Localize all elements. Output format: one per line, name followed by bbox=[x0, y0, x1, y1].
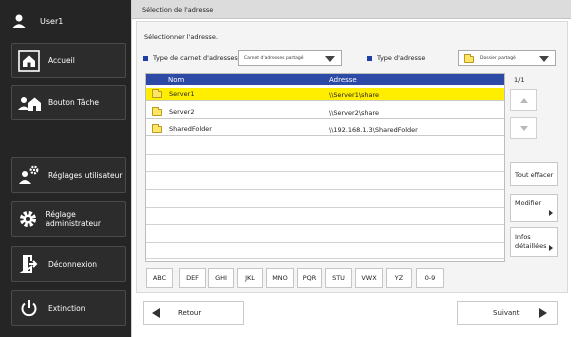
sidebar-item-label: Extinction bbox=[48, 303, 86, 313]
bullet-square-icon bbox=[367, 55, 372, 61]
arrow-right-icon bbox=[549, 245, 553, 251]
address-type-select[interactable]: Dossier partagé bbox=[458, 50, 556, 66]
sidebar-item-admin-settings[interactable]: Réglage administrateur bbox=[11, 201, 126, 237]
arrow-right-icon bbox=[539, 308, 548, 318]
folder-icon bbox=[152, 88, 162, 98]
row-name: Server2 bbox=[169, 108, 195, 116]
index-key-def[interactable]: DEF bbox=[179, 268, 206, 288]
sidebar-item-home[interactable]: Accueil bbox=[11, 43, 126, 78]
user-icon bbox=[10, 12, 28, 30]
user-settings-gear-icon bbox=[16, 162, 42, 188]
bullet-square-icon bbox=[143, 55, 148, 61]
index-key-vwx[interactable]: VWX bbox=[355, 268, 383, 288]
folder-icon bbox=[152, 106, 162, 116]
index-key-yz[interactable]: YZ bbox=[386, 268, 412, 288]
index-key-abc[interactable]: ABC bbox=[146, 268, 173, 288]
sidebar-item-task-button[interactable]: Bouton Tâche bbox=[11, 85, 126, 120]
next-button[interactable]: Suivant bbox=[457, 301, 558, 325]
table-row-divider bbox=[146, 258, 504, 259]
index-key-0-9[interactable]: 0-9 bbox=[416, 268, 444, 288]
table-row-divider bbox=[146, 154, 504, 155]
address-type-label: Type d'adresse bbox=[367, 54, 425, 62]
back-button[interactable]: Retour bbox=[143, 301, 244, 325]
column-header-name: Nom bbox=[168, 76, 185, 84]
admin-gear-icon bbox=[16, 206, 39, 232]
sidebar-item-label: Déconnexion bbox=[48, 259, 97, 269]
sidebar-item-logout[interactable]: Déconnexion bbox=[11, 246, 126, 282]
sidebar-item-label: Réglage administrateur bbox=[45, 210, 101, 228]
triangle-down-icon bbox=[519, 125, 528, 131]
sidebar: User1 Accueil Bouton Tâche Réglages util… bbox=[0, 0, 131, 337]
task-button-icon bbox=[16, 90, 42, 116]
address-table: Nom Adresse Server1 \\Server1\share Serv… bbox=[145, 73, 505, 262]
index-key-ghi[interactable]: GHI bbox=[208, 268, 234, 288]
chevron-down-icon bbox=[325, 56, 335, 62]
table-row[interactable]: Server2 \\Server2\share bbox=[146, 106, 504, 119]
sidebar-item-label: Bouton Tâche bbox=[48, 98, 99, 107]
table-header: Nom Adresse bbox=[146, 74, 504, 85]
table-row[interactable]: Server1 \\Server1\share bbox=[146, 88, 504, 101]
address-book-type-label: Type de carnet d'adresses bbox=[143, 54, 238, 62]
index-key-mno[interactable]: MNO bbox=[266, 268, 294, 288]
sidebar-item-user-settings[interactable]: Réglages utilisateur bbox=[11, 157, 126, 193]
page-indicator: 1/1 bbox=[514, 76, 525, 84]
index-key-pqr[interactable]: PQR bbox=[297, 268, 322, 288]
index-key-jkl[interactable]: JKL bbox=[237, 268, 263, 288]
row-address: \\192.168.1.3\SharedFolder bbox=[329, 126, 418, 134]
details-button[interactable]: Infos détaillées bbox=[510, 227, 558, 257]
table-row-divider bbox=[146, 207, 504, 208]
row-name: Server1 bbox=[169, 90, 195, 98]
folder-icon bbox=[152, 123, 162, 133]
power-icon bbox=[16, 295, 42, 321]
table-row-divider bbox=[146, 189, 504, 190]
scroll-up-button[interactable] bbox=[510, 89, 537, 111]
user-indicator: User1 bbox=[10, 9, 126, 33]
row-name: SharedFolder bbox=[169, 125, 212, 133]
triangle-up-icon bbox=[519, 97, 528, 103]
table-row-divider bbox=[146, 224, 504, 225]
instruction-text: Sélectionner l'adresse. bbox=[144, 33, 218, 41]
chevron-down-icon bbox=[539, 56, 549, 62]
table-row[interactable]: SharedFolder \\192.168.1.3\SharedFolder bbox=[146, 123, 504, 136]
clear-all-button[interactable]: Tout effacer bbox=[510, 162, 558, 186]
address-book-type-select[interactable]: Carnet d'adresses partagé bbox=[238, 50, 342, 66]
arrow-right-icon bbox=[549, 210, 553, 216]
sidebar-item-label: Réglages utilisateur bbox=[48, 170, 123, 180]
column-header-address: Adresse bbox=[329, 76, 357, 84]
index-key-stu[interactable]: STU bbox=[325, 268, 352, 288]
arrow-left-icon bbox=[152, 308, 160, 318]
table-row-divider bbox=[146, 242, 504, 243]
logout-icon bbox=[16, 251, 42, 277]
modify-button[interactable]: Modifier bbox=[510, 194, 558, 222]
page-title: Sélection de l'adresse bbox=[132, 0, 571, 19]
sidebar-item-shutdown[interactable]: Extinction bbox=[11, 290, 126, 326]
user-name: User1 bbox=[40, 16, 64, 26]
row-address: \\Server1\share bbox=[329, 91, 380, 99]
home-icon bbox=[16, 48, 42, 74]
sidebar-item-label: Accueil bbox=[48, 56, 75, 65]
row-address: \\Server2\share bbox=[329, 109, 380, 117]
folder-icon bbox=[464, 53, 474, 63]
table-row-divider bbox=[146, 171, 504, 172]
screen: User1 Accueil Bouton Tâche Réglages util… bbox=[0, 0, 576, 337]
scroll-down-button[interactable] bbox=[510, 117, 537, 139]
